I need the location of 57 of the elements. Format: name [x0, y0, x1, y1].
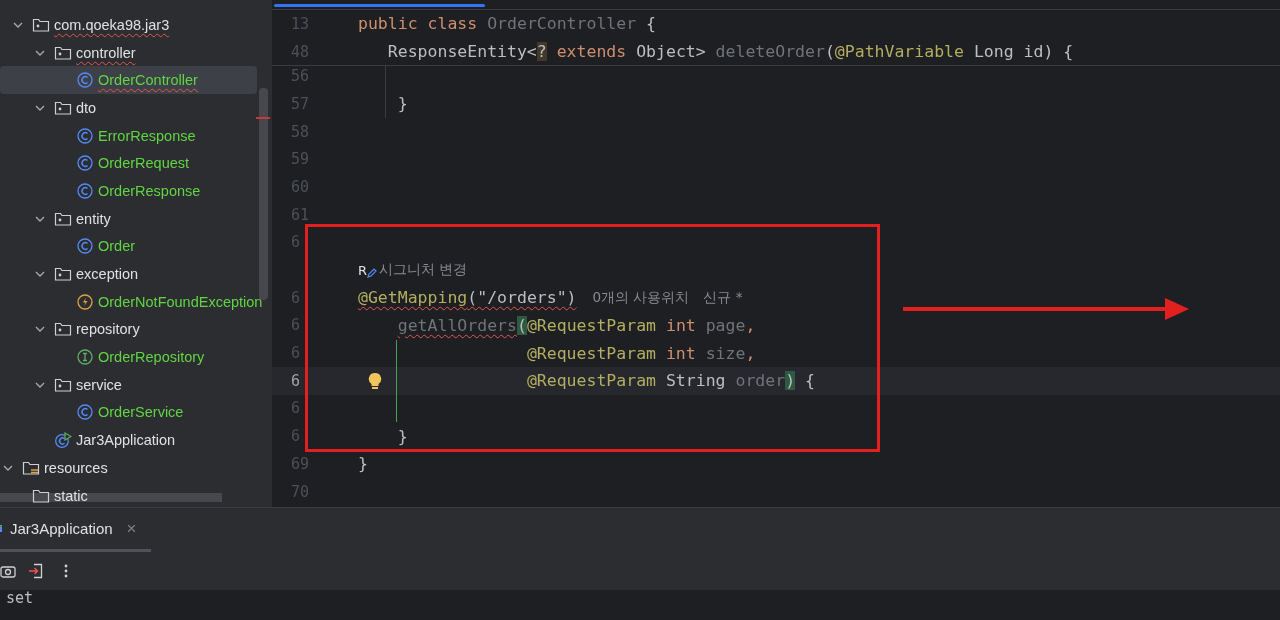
code-text: @GetMapping("/orders") [358, 288, 577, 308]
line-number: 6 [290, 371, 302, 390]
tree-item[interactable]: entity [0, 204, 257, 233]
package-icon [32, 16, 50, 33]
tree-item[interactable]: resources [0, 454, 257, 482]
tree-item[interactable]: ErrorResponse [0, 121, 257, 150]
tree-item[interactable]: exception [0, 260, 257, 288]
code-text: } [396, 94, 408, 114]
code-text: @RequestParam String order) { [525, 371, 815, 391]
class-icon [76, 238, 94, 255]
code-text: } [396, 426, 408, 446]
tree-item[interactable]: OrderRepository [0, 343, 257, 371]
class-icon [76, 182, 94, 199]
inlay-hint[interactable]: 신규 * [703, 288, 743, 307]
more-icon[interactable] [64, 563, 68, 579]
package-icon [54, 376, 72, 393]
tree-item[interactable]: repository [0, 315, 257, 344]
code-text: @RequestParam int size, [525, 343, 756, 363]
tree-item[interactable]: OrderController [0, 66, 257, 95]
class-icon [76, 127, 94, 144]
console-text: set [6, 590, 35, 606]
close-button[interactable]: × [126, 518, 137, 539]
folder-icon [32, 487, 50, 504]
tree-item[interactable]: controller [0, 38, 257, 67]
class-icon [76, 404, 94, 421]
tree-item[interactable]: dto [0, 94, 257, 122]
tree-item[interactable]: Order [0, 232, 257, 261]
tree-item[interactable]: com.qoeka98.jar3 [0, 11, 257, 39]
tree-item[interactable]: OrderService [0, 398, 257, 427]
package-icon [54, 266, 72, 283]
lightbulb-icon[interactable] [368, 371, 382, 390]
tree-item[interactable]: static [0, 481, 257, 507]
pencil-icon [367, 268, 378, 279]
refactor-hint[interactable]: R 시그니처 변경 [358, 261, 468, 280]
class-icon [76, 155, 94, 172]
code-text: } [358, 454, 368, 474]
package-icon [54, 321, 72, 338]
camera-icon[interactable] [0, 563, 16, 579]
package-icon [54, 210, 72, 227]
interface-icon [76, 349, 94, 366]
code-text: public class OrderController { [358, 14, 656, 34]
application-icon [54, 432, 72, 449]
package-icon [54, 44, 72, 61]
error-marker [256, 117, 270, 119]
tree-item[interactable]: OrderRequest [0, 149, 257, 178]
exception-icon [76, 293, 94, 310]
code-text: ResponseEntity<? extends Object> deleteOrder(@PathVariable Long id) { [386, 42, 1074, 62]
resources-folder-icon [22, 459, 40, 476]
tree-item[interactable]: service [0, 370, 257, 399]
inlay-hint[interactable]: 0개의 사용위치 [592, 288, 690, 307]
tree-item[interactable]: Jar3Application [0, 426, 257, 454]
tree-item[interactable]: OrderResponse [0, 177, 257, 205]
tree-item[interactable]: OrderNotFoundException [0, 287, 263, 316]
code-text: getAllOrders(@RequestParam int page, [396, 315, 756, 335]
package-icon [54, 99, 72, 116]
exit-icon[interactable] [28, 563, 44, 579]
class-icon [76, 72, 94, 89]
